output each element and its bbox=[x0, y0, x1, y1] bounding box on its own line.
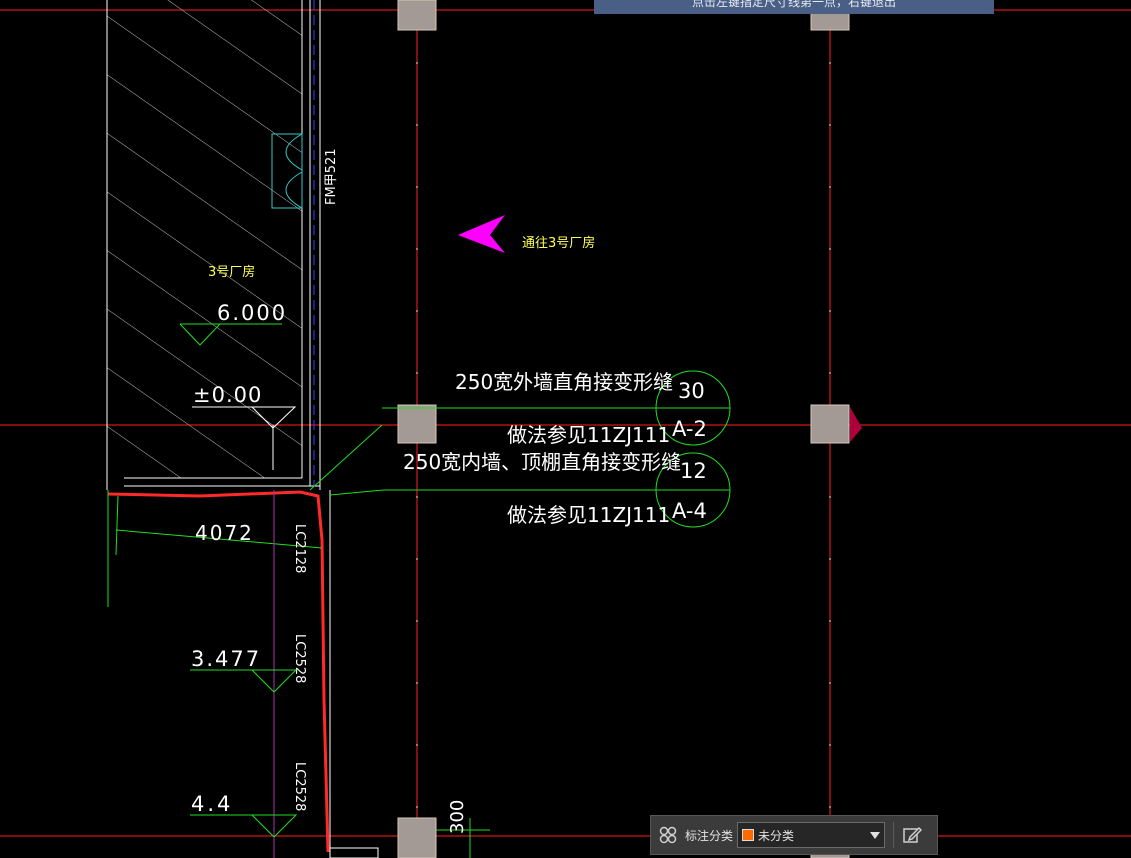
note2-ref: 做法参见11ZJ111 bbox=[507, 503, 670, 527]
category-selected-value: 未分类 bbox=[758, 828, 795, 843]
window-label-3: LC2528 bbox=[292, 762, 307, 811]
note1-ref: 做法参见11ZJ111 bbox=[507, 423, 670, 447]
elevation-marker-3 bbox=[190, 669, 298, 693]
room-label: 3号厂房 bbox=[208, 264, 255, 280]
grid-categories-icon[interactable] bbox=[651, 816, 685, 854]
note1-num: 30 bbox=[678, 379, 705, 403]
annotation-category-label: 标注分类 bbox=[685, 828, 734, 843]
dimension-300-text: 300 bbox=[447, 800, 468, 834]
direction-label: 通往3号厂房 bbox=[522, 235, 595, 251]
annotation-toolbar: 标注分类 未分类 bbox=[650, 815, 938, 855]
window-label-2: LC2528 bbox=[292, 634, 307, 683]
window-label-1: LC2128 bbox=[292, 524, 307, 573]
elevation-marker-4 bbox=[190, 814, 298, 838]
elevation-2-text: ±0.00 bbox=[193, 383, 262, 407]
note1-text: 250宽外墙直角接变形缝 bbox=[455, 370, 673, 394]
note2-text: 250宽内墙、顶棚直角接变形缝 bbox=[403, 450, 681, 474]
elevation-1-text: 6.000 bbox=[217, 301, 287, 325]
dimension-4072-text: 4072 bbox=[195, 521, 254, 545]
door-label: FM甲521 bbox=[324, 148, 339, 205]
command-prompt-text: 点击左键指定尺寸线第一点，右键退出 bbox=[691, 0, 896, 9]
elevation-4-text: 4.4 bbox=[191, 792, 233, 816]
category-color-swatch bbox=[742, 829, 755, 841]
direction-arrow-icon bbox=[458, 215, 505, 253]
chevron-down-icon bbox=[870, 831, 881, 839]
elevation-3-text: 3.477 bbox=[191, 647, 261, 671]
command-prompt-banner: 点击左键指定尺寸线第一点，右键退出 bbox=[594, 0, 994, 14]
note2-sheet: A-4 bbox=[672, 499, 707, 523]
bottom-block bbox=[329, 847, 379, 858]
note2-num: 12 bbox=[680, 459, 707, 483]
edit-icon[interactable] bbox=[894, 816, 930, 854]
cad-drawing-canvas[interactable]: FM甲521 通往3号厂房 3号厂房 6.000 ±0.00 250宽外墙直角接… bbox=[0, 0, 1131, 858]
annotation-category-select[interactable]: 未分类 bbox=[737, 822, 886, 848]
note1-sheet: A-2 bbox=[672, 417, 707, 441]
